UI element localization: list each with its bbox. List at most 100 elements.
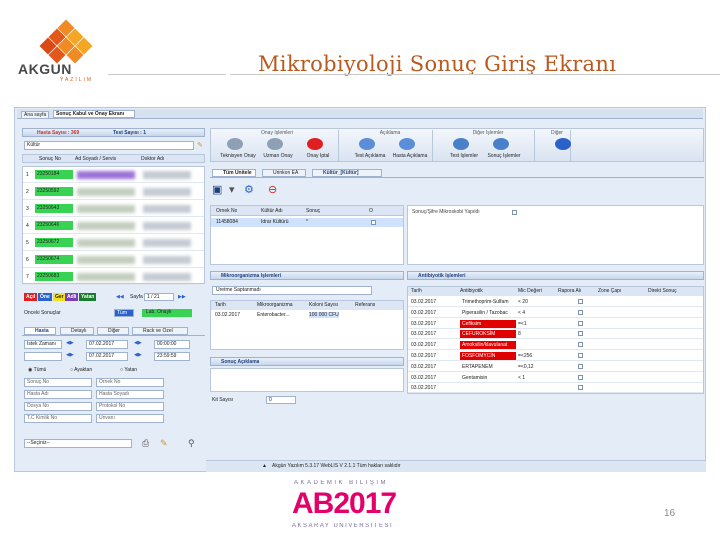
anti-rapor-checkbox[interactable] [578,385,583,391]
paging-input[interactable]: 1 / 21 [144,293,174,301]
badge-adli[interactable]: Adli [65,293,79,301]
toolbar-button-label[interactable]: Teknisyen Onay [219,153,257,159]
toolbar-button-icon[interactable] [227,138,243,150]
antibiyotik-col[interactable]: Tarih [411,288,422,294]
mikro-col-koloni[interactable]: Koloni Sayısı [309,302,338,308]
toolbar-button-label[interactable]: Uzman Onay [259,153,297,159]
antibiyotik-row[interactable]: 03.02.2017 Gentamisin < 1 [408,373,703,383]
result-checkbox[interactable] [371,220,376,225]
antibiyotik-row[interactable]: 03.02.2017 Trimethoprim-Sulfam < 20 [408,297,703,307]
toolbar-button-label[interactable]: Hasta Açıklama [391,153,429,159]
col-kultur-adi[interactable]: Kültür Adı [261,208,283,214]
mikro-col-referans[interactable]: Referans [355,302,375,308]
delete-icon[interactable]: ⊖ [268,183,277,196]
date-nav-icon[interactable]: ◀▶ [66,340,74,346]
micro-note-checkbox[interactable] [512,210,517,215]
date-input[interactable]: 07.02.2017 [86,352,128,361]
date-label-select[interactable]: İstek Zamanı [24,340,62,349]
tab-urinkon[interactable]: Ürinkon EA [262,169,306,177]
toolbar-button-icon[interactable] [359,138,375,150]
list-item[interactable]: 4 23250646 [23,218,204,234]
antibiyotik-row[interactable]: 03.02.2017 Piperasilin / Tazobac < 4 [408,308,703,318]
toolbar-button-label[interactable]: Sonuç İşlemler [485,153,523,159]
search-field[interactable]: Hasta Soyadı [96,390,164,399]
search-field[interactable]: Protokol No [96,402,164,411]
toolbar-button-icon[interactable] [267,138,283,150]
antibiyotik-col[interactable]: Direkt Sonuç [648,288,677,294]
lab-onayli-badge[interactable]: Lab. Onaylı [142,309,192,317]
badge-oncelik[interactable]: Öne [38,293,52,301]
search-field[interactable]: T.C Kimlik No [24,414,92,423]
date-label-select[interactable] [24,352,62,361]
toolbar-button-label[interactable]: Test Açıklama [351,153,389,159]
list-item[interactable]: 6 23250674 [23,252,204,268]
print-icon[interactable]: ⎙ [142,438,149,449]
antibiyotik-row[interactable]: 03.02.2017 FOSFOMYCİN =<256 [408,351,703,361]
subtab-hasta[interactable]: Hasta [24,327,56,335]
anti-rapor-checkbox[interactable] [578,309,583,315]
page-next-icon[interactable]: ▶▶ [178,294,186,300]
tab-ana-sayfa[interactable]: Ana sayfa [21,111,49,119]
toolbar-button-icon[interactable] [399,138,415,150]
antibiyotik-row[interactable]: 03.02.2017 [408,383,703,394]
search-field[interactable]: Sonuç No [24,378,92,387]
search-field[interactable]: Unvanı [96,414,164,423]
clear-icon[interactable]: ✎ [160,438,168,449]
col-doktor[interactable]: Doktor Adı [141,156,164,162]
col-sonuc[interactable]: Sonuç [306,208,320,214]
mikro-search[interactable]: Üretme Saptanmadı [212,286,372,295]
anti-rapor-checkbox[interactable] [578,299,583,304]
sonuc-aciklama-text[interactable] [210,368,404,392]
antibiyotik-row[interactable]: 03.02.2017 Amoksilin/klavulanat [408,340,703,351]
badge-ger[interactable]: Ger [53,293,66,301]
anti-rapor-checkbox[interactable] [578,353,583,358]
anti-rapor-checkbox[interactable] [578,374,583,380]
badge-acil[interactable]: Açıl [24,293,38,301]
toolbar-button-icon[interactable] [453,138,469,150]
search-field[interactable]: Hasta Adı [24,390,92,399]
time-input[interactable]: 00:00:00 [154,340,190,349]
toolbar-button-icon[interactable] [555,138,571,150]
tab-kultur[interactable]: Kültür_[Kültür] [312,169,382,177]
toolbar-button-icon[interactable] [307,138,323,150]
anti-rapor-checkbox[interactable] [578,331,583,337]
radio-yatan[interactable]: ○ Yatan [120,367,137,373]
col-ornek-no[interactable]: Örnek No [216,208,237,214]
antibiyotik-col[interactable]: Zone Çapı [598,288,621,294]
antibiyotik-row[interactable]: 03.02.2017 Cefiksim =<1 [408,319,703,329]
time-input[interactable]: 23:59:59 [154,352,190,361]
dropdown-icon[interactable]: ▾ [229,183,235,196]
col-sonuc-no[interactable]: Sonuç No [39,156,61,162]
anti-rapor-checkbox[interactable] [578,342,583,348]
filter-select[interactable]: Kültür [24,141,194,150]
col-o[interactable]: O [369,208,373,214]
badge-yatan[interactable]: Yatan [79,293,97,301]
radio-ayaktan[interactable]: ○ Ayaktan [70,367,92,373]
anti-rapor-checkbox[interactable] [578,363,583,369]
search-icon[interactable]: ⚲ [188,438,195,449]
result-row[interactable]: 11458084 İdrar Kültürü * [211,218,403,227]
list-item[interactable]: 7 23250683 [23,269,204,285]
antibiyotik-col[interactable]: Mic Değeri [518,288,542,294]
page-first-icon[interactable]: ◀◀ [116,294,124,300]
sonuc-select[interactable]: Tüm [114,309,134,317]
list-item[interactable]: 5 23250672 [23,235,204,251]
filter-pencil-icon[interactable]: ✎ [197,141,203,149]
antibiyotik-row[interactable]: 03.02.2017 ERTAPENEM =<0,12 [408,362,703,372]
date-nav-icon[interactable]: ◀▶ [66,352,74,358]
toolbar-button-icon[interactable] [493,138,509,150]
toolbar-button-label[interactable]: Test İşlemler [445,153,483,159]
subtab-diger[interactable]: Diğer [97,327,129,335]
kit-input[interactable]: 0 [266,396,296,404]
settings-icon[interactable]: ⚙ [244,183,254,196]
mikro-col-tarih[interactable]: Tarih [215,302,226,308]
radio-tumu[interactable]: ◉ Tümü [28,367,46,373]
mikro-row[interactable]: 03.02.2017 Enterobacter... 100 000 CFU [211,312,403,320]
search-field[interactable]: Dosya No [24,402,92,411]
col-ad-soyad[interactable]: Ad Soyadı / Servis [75,156,116,162]
time-nav-icon[interactable]: ◀▶ [134,340,142,346]
mikro-col-mikro[interactable]: Mikroorganizma [257,302,293,308]
antibiyotik-col[interactable]: Antibiyotik [460,288,483,294]
list-item[interactable]: 1 23250184 [23,167,204,183]
date-input[interactable]: 07.02.2017 [86,340,128,349]
